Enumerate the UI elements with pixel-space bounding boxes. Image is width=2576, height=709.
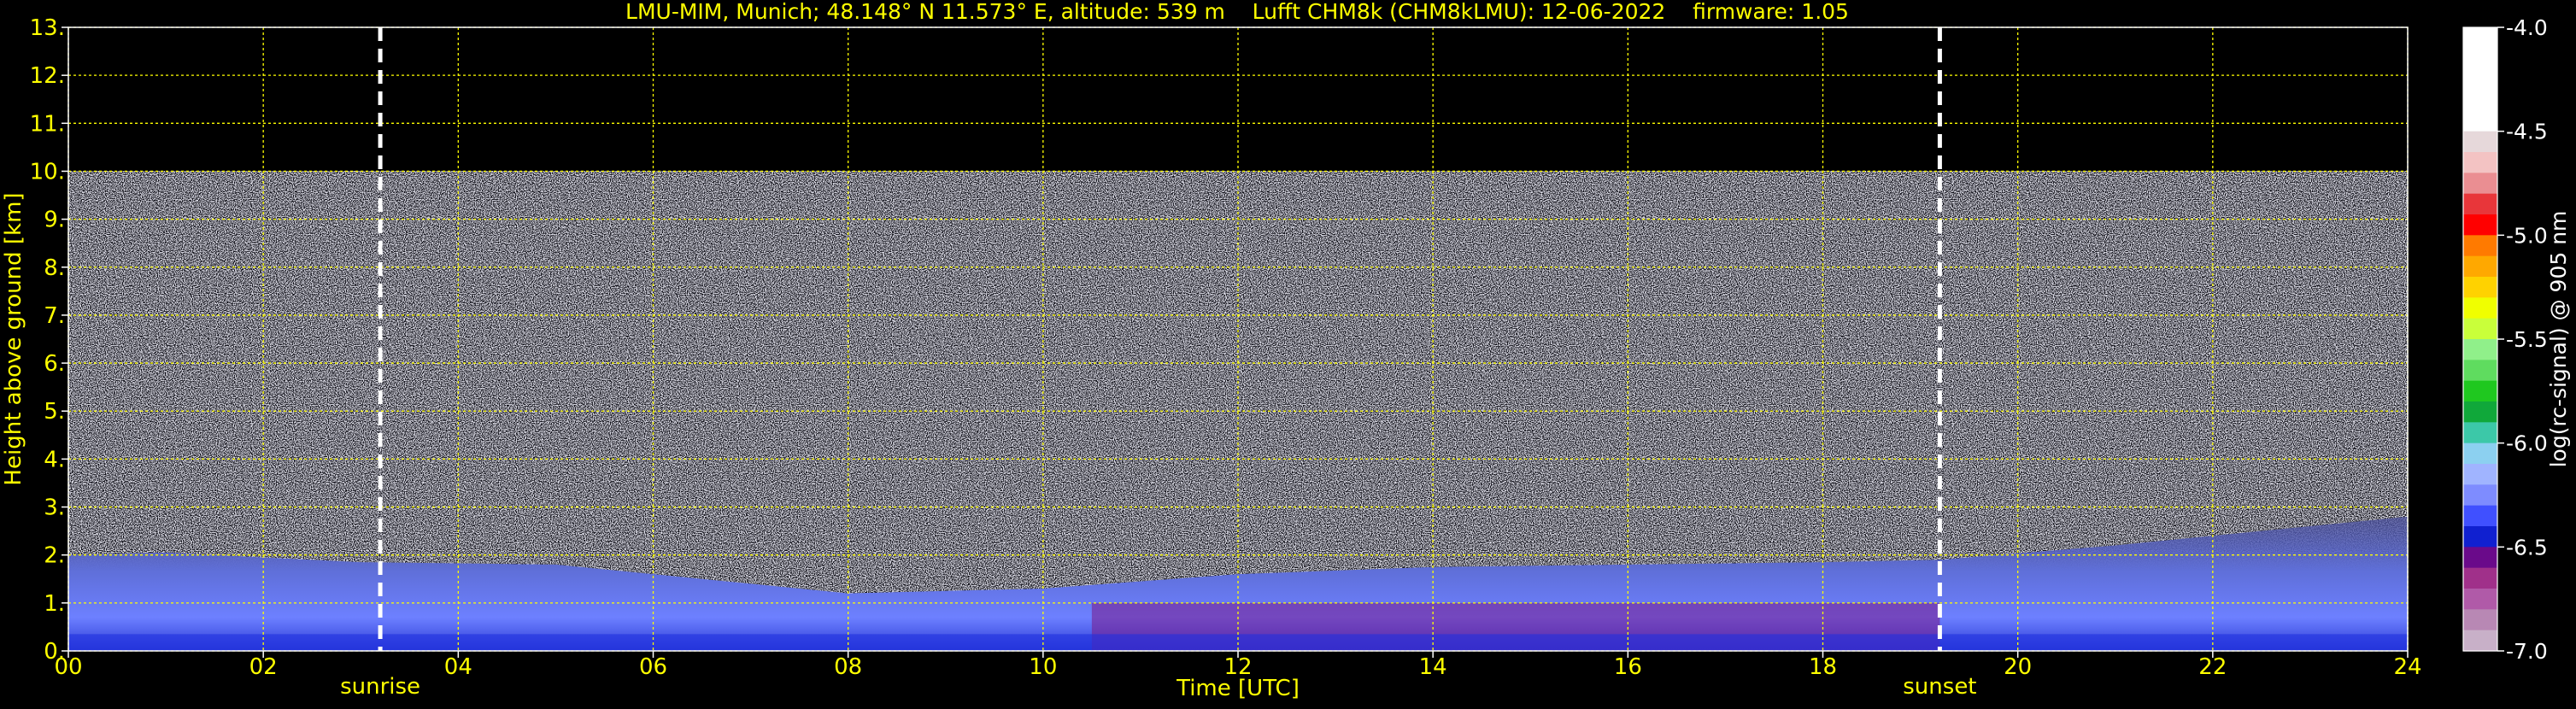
x-tick-label: 08	[834, 654, 862, 680]
colorbar-segment	[2463, 193, 2497, 215]
colorbar-tick-label: -6.5	[2506, 535, 2548, 560]
colorbar-segment	[2463, 505, 2497, 527]
x-tick-label: 04	[444, 654, 472, 680]
colorbar-segment	[2463, 48, 2497, 70]
y-tick-label: 12.	[30, 63, 65, 89]
y-tick-label: 0.	[44, 639, 65, 665]
colorbar-segment	[2463, 110, 2497, 132]
colorbar-segment	[2463, 630, 2497, 652]
y-tick-label: 7.	[44, 303, 65, 329]
colorbar-segment	[2463, 131, 2497, 153]
colorbar-segment	[2463, 547, 2497, 569]
x-tick-label: 06	[639, 654, 667, 680]
colorbar-segment	[2463, 422, 2497, 444]
y-tick-label: 9.	[44, 208, 65, 233]
colorbar-label: log(rc-signal) @ 905 nm	[2546, 211, 2571, 468]
colorbar-tick-label: -4.0	[2506, 15, 2548, 40]
colorbar-segment	[2463, 339, 2497, 360]
colorbar-segment	[2463, 255, 2497, 278]
colorbar-segment	[2463, 526, 2497, 548]
colorbar-tick-label: -5.0	[2506, 223, 2548, 248]
x-tick-label: 02	[249, 654, 278, 680]
colorbar-segment	[2463, 380, 2497, 402]
colorbar-tick-label: -4.5	[2506, 120, 2548, 144]
colorbar-segment	[2463, 235, 2497, 257]
y-tick-label: 8.	[44, 255, 65, 281]
colorbar-tick-label: -5.5	[2506, 327, 2548, 352]
y-tick-label: 4.	[44, 447, 65, 472]
colorbar-segment	[2463, 589, 2497, 610]
colorbar-segment	[2463, 173, 2497, 195]
colorbar-segment	[2463, 68, 2497, 91]
y-axis-ticks: 0. 1. 2. 3. 4. 5. 6. 7. 8. 9. 10. 11. 12. 13.	[30, 15, 68, 665]
x-tick-label: 10	[1029, 654, 1057, 680]
y-axis-label: Height above ground [km]	[1, 192, 26, 485]
x-tick-label: 24	[2393, 654, 2421, 680]
colorbar-segment	[2463, 90, 2497, 111]
y-tick-label: 5.	[44, 399, 65, 425]
x-axis-label: Time [UTC]	[1176, 676, 1300, 701]
colorbar-segment	[2463, 484, 2497, 507]
colorbar-segment	[2463, 401, 2497, 423]
y-tick-label: 1.	[44, 591, 65, 617]
colorbar-segment	[2463, 152, 2497, 173]
y-tick-label: 3.	[44, 495, 65, 521]
colorbar-segment	[2463, 297, 2497, 319]
colorbar: -4.0 -4.5 -5.0 -5.5 -6.0 -6.5 -7.0	[2462, 15, 2548, 664]
colorbar-tick-label: -6.0	[2506, 431, 2548, 456]
chart-title: LMU-MIM, Munich; 48.148° N 11.573° E, al…	[625, 0, 1849, 24]
x-tick-label: 14	[1419, 654, 1447, 680]
colorbar-segment	[2463, 318, 2497, 340]
x-tick-label: 22	[2198, 654, 2227, 680]
y-tick-label: 6.	[44, 351, 65, 377]
x-tick-label: 20	[2004, 654, 2032, 680]
colorbar-segment	[2463, 464, 2497, 485]
colorbar-segment	[2463, 27, 2497, 49]
y-tick-label: 10.	[30, 159, 65, 185]
colorbar-segment	[2463, 277, 2497, 298]
y-tick-label: 11.	[30, 111, 65, 137]
x-tick-label: 18	[1809, 654, 1837, 680]
marker-label-sunset: sunset	[1903, 674, 1976, 700]
colorbar-segment	[2463, 360, 2497, 382]
y-tick-label: 13.	[30, 15, 65, 41]
colorbar-segment	[2463, 609, 2497, 631]
colorbar-segment	[2463, 442, 2497, 465]
colorbar-segment	[2463, 567, 2497, 589]
ceilometer-chart: LMU-MIM, Munich; 48.148° N 11.573° E, al…	[1, 0, 2571, 701]
y-tick-label: 2.	[44, 543, 65, 569]
colorbar-segment	[2463, 214, 2497, 236]
marker-label-sunrise: sunrise	[340, 674, 420, 700]
x-tick-label: 16	[1614, 654, 1642, 680]
colorbar-tick-label: -7.0	[2506, 639, 2548, 664]
ceilometer-figure: LMU-MIM, Munich; 48.148° N 11.573° E, al…	[0, 0, 2576, 706]
